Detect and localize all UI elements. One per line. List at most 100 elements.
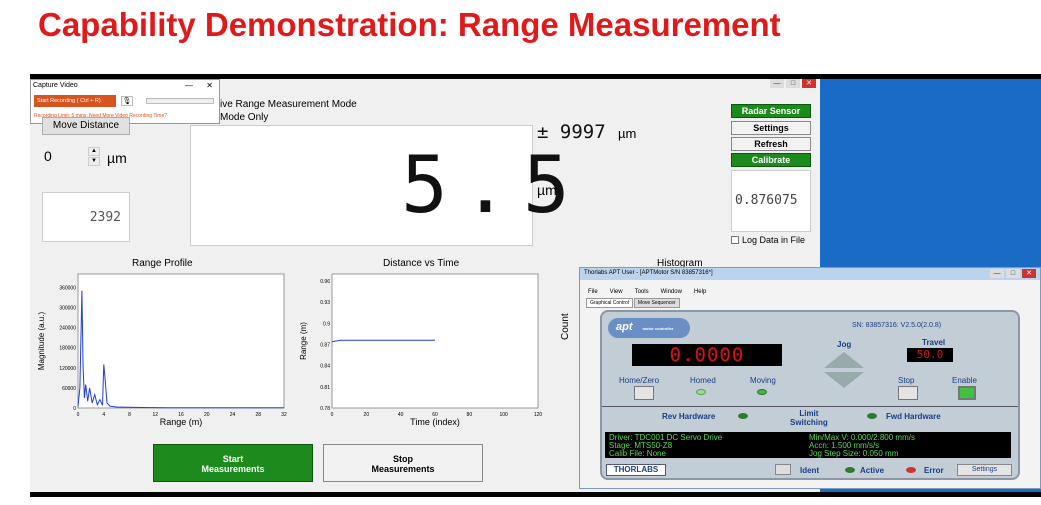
slide-title: Capability Demonstration: Range Measurem… xyxy=(38,6,781,43)
ident-button[interactable] xyxy=(775,464,791,475)
capture-title: Capture Video xyxy=(33,82,78,89)
small-display-value: 2392 xyxy=(89,210,121,225)
home-zero-label: Home/Zero xyxy=(619,376,660,385)
y-tick-label: 240000 xyxy=(59,326,76,332)
minimize-icon[interactable]: — xyxy=(770,79,784,88)
y-axis-label: Magnitude (a.u.) xyxy=(37,312,46,371)
apt-close-icon[interactable]: ✕ xyxy=(1022,269,1036,278)
x-tick-label: 20 xyxy=(364,412,370,418)
y-tick-label: 0 xyxy=(73,406,76,412)
stop-button[interactable] xyxy=(898,386,918,400)
big-display-unit: µm xyxy=(537,182,557,198)
plus-minus-value: ± 9997 xyxy=(537,121,606,143)
apt-menu-view[interactable]: View xyxy=(610,289,623,295)
active-led-icon xyxy=(845,467,855,473)
y-tick-label: 60000 xyxy=(62,386,76,392)
small-display: 2392 xyxy=(42,192,130,242)
apt-settings-button[interactable]: Settings xyxy=(957,464,1012,476)
histogram-count-label: Count xyxy=(560,313,571,340)
apt-logo: apt motor controller xyxy=(608,318,690,338)
distance-vs-time-chart: 0 20 40 60 80 100 1200.780.810.840.870.90.930.… xyxy=(299,273,542,427)
refresh-button[interactable]: Refresh xyxy=(731,137,811,151)
range-profile-chart: 0 4 8 12 16 20 24 28 320600001200001800002400003… xyxy=(37,273,287,427)
capture-minimize-icon[interactable]: — xyxy=(185,81,193,90)
plot-area xyxy=(331,273,539,409)
x-tick-label: 24 xyxy=(230,412,236,418)
info-line: Calib File: None xyxy=(609,449,666,458)
start-recording-button[interactable]: Start Recording ( Ctrl + R) xyxy=(34,95,116,107)
apt-titlebar: Thorlabs APT User - [APTMotor S/N 838573… xyxy=(580,268,1040,280)
y-tick-label: 0.9 xyxy=(323,321,330,327)
capture-close-icon[interactable]: ✕ xyxy=(206,81,213,90)
thorlabs-logo: THORLABS xyxy=(606,464,666,476)
travel-label: Travel xyxy=(922,338,946,347)
y-tick-label: 300000 xyxy=(59,306,76,312)
apt-menu-tools[interactable]: Tools xyxy=(635,289,649,295)
microphone-icon[interactable]: 🎙 xyxy=(121,96,133,106)
x-tick-label: 8 xyxy=(128,412,131,418)
apt-window-title: Thorlabs APT User - [APTMotor S/N 838573… xyxy=(584,270,713,276)
tab-graphical-control[interactable]: Graphical Control xyxy=(586,298,633,308)
move-distance-button[interactable]: Move Distance xyxy=(42,117,130,135)
ident-label: Ident xyxy=(800,466,820,475)
info-right: Min/Max V: 0.000/2.800 mm/s Accn: 1.500 m… xyxy=(809,434,915,458)
info-line: Jog Step Size: 0.050 mm xyxy=(809,449,899,458)
window-controls: — □ ✕ xyxy=(760,79,820,91)
spinner-up-icon[interactable]: ▲ xyxy=(88,147,100,156)
x-axis-label: Time (index) xyxy=(410,417,460,427)
apt-menu-window[interactable]: Window xyxy=(661,289,682,295)
level-meter xyxy=(146,98,214,104)
tab-move-sequencer[interactable]: Move Sequencer xyxy=(633,298,680,308)
moving-led-icon xyxy=(757,389,767,395)
x-tick-label: 20 xyxy=(204,412,210,418)
apt-menu-file[interactable]: File xyxy=(588,289,598,295)
distance-value[interactable]: 0 xyxy=(44,148,52,164)
rev-hardware-label: Rev Hardware xyxy=(662,412,716,421)
homed-led-icon xyxy=(696,389,706,395)
mode-label-2: Mode Only xyxy=(220,112,269,123)
apt-serial: SN: 83857316: V2.5.0(2.0.8) xyxy=(852,322,942,329)
apt-maximize-icon[interactable]: □ xyxy=(1006,269,1020,278)
error-led-icon xyxy=(906,467,916,473)
side-display: 0.876075 xyxy=(731,170,811,232)
y-tick-label: 0.78 xyxy=(320,406,330,412)
apt-user-window: Thorlabs APT User - [APTMotor S/N 838573… xyxy=(579,267,1041,489)
y-tick-label: 0.81 xyxy=(320,385,330,391)
y-tick-label: 0.84 xyxy=(320,364,330,370)
start-measurements-button[interactable]: Start Measurements xyxy=(153,444,313,482)
position-display: 0.0000 xyxy=(632,344,782,366)
jog-up-icon[interactable] xyxy=(824,352,864,368)
log-data-checkbox[interactable] xyxy=(731,236,739,244)
x-tick-label: 40 xyxy=(398,412,404,418)
info-left: Driver: TDC001 DC Servo Drive Stage: MTS5… xyxy=(609,434,722,458)
travel-display: 50.0 xyxy=(907,348,953,362)
apt-menu-help[interactable]: Help xyxy=(694,289,706,295)
x-tick-label: 0 xyxy=(77,412,80,418)
maximize-icon[interactable]: □ xyxy=(786,79,800,88)
mode-label-1: ive Range Measurement Mode xyxy=(220,99,357,110)
jog-down-icon[interactable] xyxy=(824,372,864,388)
limit-switching-label: Limit Switching xyxy=(790,409,828,427)
apt-menu: File View Tools Window Help xyxy=(588,289,706,295)
x-axis-label: Range (m) xyxy=(160,417,203,427)
enable-button[interactable] xyxy=(958,386,976,400)
settings-button[interactable]: Settings xyxy=(731,121,811,135)
distance-unit: µm xyxy=(107,150,127,166)
calibrate-button[interactable]: Calibrate xyxy=(731,153,811,167)
apt-window-controls: — □ ✕ xyxy=(990,269,1036,278)
fwd-hardware-label: Fwd Hardware xyxy=(886,412,941,421)
enable-label: Enable xyxy=(952,376,977,385)
apt-minimize-icon[interactable]: — xyxy=(990,269,1004,278)
spinner-down-icon[interactable]: ▼ xyxy=(88,157,100,166)
fwd-hardware-led-icon xyxy=(867,413,877,419)
close-icon[interactable]: ✕ xyxy=(802,79,816,88)
y-tick-label: 0.96 xyxy=(320,279,330,285)
info-panel: Driver: TDC001 DC Servo Drive Stage: MTS5… xyxy=(605,432,1011,458)
stop-measurements-button[interactable]: Stop Measurements xyxy=(323,444,483,482)
home-zero-button[interactable] xyxy=(634,386,654,400)
radar-sensor-button[interactable]: Radar Sensor xyxy=(731,104,811,118)
x-tick-label: 80 xyxy=(467,412,473,418)
jog-label: Jog xyxy=(837,340,852,349)
distance-input[interactable]: 0 ▲ ▼ xyxy=(42,147,102,167)
y-tick-label: 0.87 xyxy=(320,343,330,349)
